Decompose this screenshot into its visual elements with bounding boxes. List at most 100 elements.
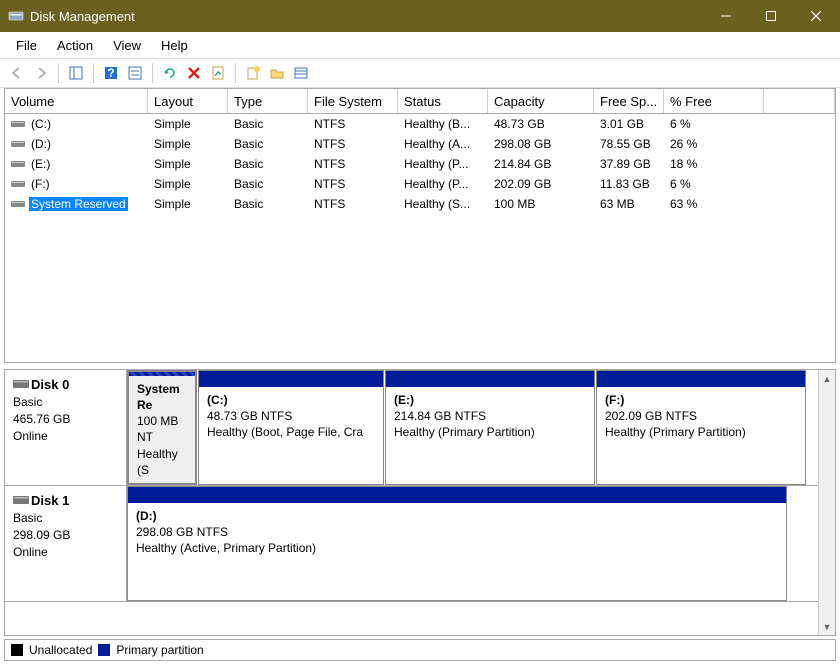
volume-type: Basic: [228, 174, 308, 193]
partition-stripe: [128, 487, 786, 503]
menu-view[interactable]: View: [103, 35, 151, 56]
volume-type: Basic: [228, 194, 308, 213]
volume-free: 3.01 GB: [594, 114, 664, 133]
volume-row[interactable]: (C:)SimpleBasicNTFSHealthy (B...48.73 GB…: [5, 114, 835, 134]
col-filesystem[interactable]: File System: [308, 89, 398, 113]
volume-pct: 6 %: [664, 174, 764, 193]
col-pct-free[interactable]: % Free: [664, 89, 764, 113]
legend: Unallocated Primary partition: [4, 639, 836, 661]
volume-pct: 63 %: [664, 194, 764, 213]
disk-icon: [13, 378, 31, 394]
volume-row[interactable]: System ReservedSimpleBasicNTFSHealthy (S…: [5, 194, 835, 214]
partition-size: 214.84 GB NTFS: [394, 408, 586, 424]
volume-layout: Simple: [148, 174, 228, 193]
partition-size: 48.73 GB NTFS: [207, 408, 375, 424]
volume-icon: [11, 119, 25, 129]
col-capacity[interactable]: Capacity: [488, 89, 594, 113]
close-button[interactable]: [793, 0, 838, 32]
vertical-scrollbar[interactable]: ▲ ▼: [818, 370, 835, 635]
scroll-down-icon[interactable]: ▼: [823, 618, 832, 635]
disk-status: Online: [13, 545, 48, 559]
volume-capacity: 202.09 GB: [488, 174, 594, 193]
partition[interactable]: (C:)48.73 GB NTFSHealthy (Boot, Page Fil…: [198, 370, 384, 485]
volume-layout: Simple: [148, 134, 228, 153]
partition-label: (D:): [136, 508, 778, 524]
show-hide-tree-button[interactable]: [65, 62, 87, 84]
partition[interactable]: (D:)298.08 GB NTFSHealthy (Active, Prima…: [127, 486, 787, 601]
delete-button[interactable]: [183, 62, 205, 84]
minimize-button[interactable]: [703, 0, 748, 32]
settings-button[interactable]: [124, 62, 146, 84]
partition[interactable]: (E:)214.84 GB NTFSHealthy (Primary Parti…: [385, 370, 595, 485]
volume-capacity: 100 MB: [488, 194, 594, 213]
forward-button[interactable]: [30, 62, 52, 84]
partition-stripe: [199, 371, 383, 387]
menu-help[interactable]: Help: [151, 35, 198, 56]
volume-status: Healthy (P...: [398, 154, 488, 173]
volume-capacity: 298.08 GB: [488, 134, 594, 153]
scroll-up-icon[interactable]: ▲: [823, 370, 832, 387]
volume-capacity: 214.84 GB: [488, 154, 594, 173]
volume-fs: NTFS: [308, 174, 398, 193]
col-volume[interactable]: Volume: [5, 89, 148, 113]
maximize-button[interactable]: [748, 0, 793, 32]
disk-capacity: 298.09 GB: [13, 528, 70, 542]
partition-status: Healthy (Active, Primary Partition): [136, 540, 778, 556]
open-button[interactable]: [266, 62, 288, 84]
volume-row[interactable]: (E:)SimpleBasicNTFSHealthy (P...214.84 G…: [5, 154, 835, 174]
partition-status: Healthy (Boot, Page File, Cra: [207, 424, 375, 440]
volume-name: (E:): [29, 157, 52, 171]
title-bar: Disk Management: [0, 0, 840, 32]
refresh-button[interactable]: [159, 62, 181, 84]
partition-status: Healthy (Primary Partition): [605, 424, 797, 440]
menu-bar: File Action View Help: [0, 32, 840, 58]
col-type[interactable]: Type: [228, 89, 308, 113]
legend-unallocated-swatch: [11, 644, 23, 656]
volume-status: Healthy (P...: [398, 174, 488, 193]
volume-pct: 26 %: [664, 134, 764, 153]
menu-action[interactable]: Action: [47, 35, 103, 56]
help-button[interactable]: ?: [100, 62, 122, 84]
col-status[interactable]: Status: [398, 89, 488, 113]
volume-icon: [11, 159, 25, 169]
svg-text:?: ?: [107, 66, 114, 80]
partition[interactable]: (F:)202.09 GB NTFSHealthy (Primary Parti…: [596, 370, 806, 485]
back-button[interactable]: [6, 62, 28, 84]
volume-status: Healthy (B...: [398, 114, 488, 133]
window-title: Disk Management: [30, 9, 703, 24]
volume-icon: [11, 139, 25, 149]
properties-button[interactable]: [207, 62, 229, 84]
volume-fs: NTFS: [308, 114, 398, 133]
volume-name: System Reserved: [29, 197, 128, 211]
disk-capacity: 465.76 GB: [13, 412, 70, 426]
disk-status: Online: [13, 429, 48, 443]
partition-label: (F:): [605, 392, 797, 408]
col-free[interactable]: Free Sp...: [594, 89, 664, 113]
volume-list-body[interactable]: (C:)SimpleBasicNTFSHealthy (B...48.73 GB…: [5, 114, 835, 362]
volume-name: (C:): [29, 117, 53, 131]
volume-free: 37.89 GB: [594, 154, 664, 173]
list-button[interactable]: [290, 62, 312, 84]
volume-fs: NTFS: [308, 154, 398, 173]
disk-name: Disk 1: [31, 493, 69, 508]
volume-icon: [11, 199, 25, 209]
partition-size: 100 MB NT: [137, 413, 187, 445]
volume-free: 11.83 GB: [594, 174, 664, 193]
legend-unallocated-label: Unallocated: [29, 643, 92, 657]
toolbar: ?: [0, 58, 840, 88]
volume-row[interactable]: (D:)SimpleBasicNTFSHealthy (A...298.08 G…: [5, 134, 835, 154]
disk-info[interactable]: Disk 1Basic298.09 GBOnline: [5, 486, 127, 601]
col-layout[interactable]: Layout: [148, 89, 228, 113]
volume-name: (D:): [29, 137, 53, 151]
partition-stripe: [597, 371, 805, 387]
volume-icon: [11, 179, 25, 189]
legend-primary-swatch: [98, 644, 110, 656]
disk-row: Disk 1Basic298.09 GBOnline(D:)298.08 GB …: [5, 486, 835, 602]
volume-row[interactable]: (F:)SimpleBasicNTFSHealthy (P...202.09 G…: [5, 174, 835, 194]
volume-type: Basic: [228, 154, 308, 173]
disk-info[interactable]: Disk 0Basic465.76 GBOnline: [5, 370, 127, 485]
new-button[interactable]: [242, 62, 264, 84]
volume-layout: Simple: [148, 194, 228, 213]
partition[interactable]: System Re100 MB NTHealthy (S: [127, 370, 197, 485]
menu-file[interactable]: File: [6, 35, 47, 56]
